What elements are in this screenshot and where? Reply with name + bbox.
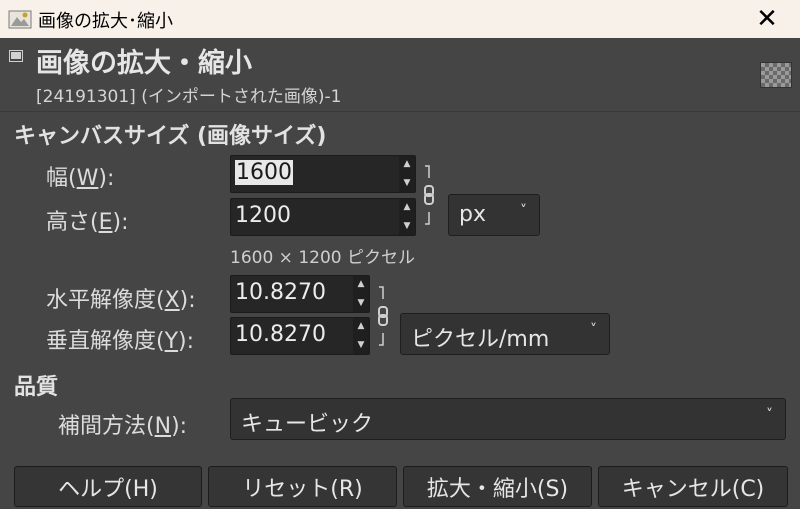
size-unit-dropdown[interactable]: px ˅ bbox=[448, 194, 540, 236]
decrement-icon[interactable]: ▼ bbox=[353, 298, 369, 308]
x-resolution-spinbox[interactable]: 10.8270 ▲ ▼ bbox=[230, 275, 370, 313]
chain-link-icon[interactable] bbox=[422, 162, 436, 232]
decrement-icon[interactable]: ▼ bbox=[399, 178, 415, 188]
scale-button[interactable]: 拡大・縮小(S) bbox=[403, 466, 592, 507]
height-value[interactable]: 1200 bbox=[235, 203, 291, 228]
image-preview-thumbnail bbox=[760, 62, 792, 88]
x-resolution-stepper[interactable]: ▲ ▼ bbox=[353, 276, 369, 312]
height-stepper[interactable]: ▲ ▼ bbox=[399, 199, 415, 235]
dock-tab-icon[interactable] bbox=[9, 50, 23, 62]
y-resolution-label: 垂直解像度(Y): bbox=[46, 329, 195, 354]
close-icon: ✕ bbox=[756, 4, 778, 34]
gimp-icon bbox=[8, 10, 32, 29]
width-spinbox[interactable]: 1600 ▲ ▼ bbox=[230, 155, 416, 193]
close-button[interactable]: ✕ bbox=[734, 0, 800, 38]
interpolation-value: キュービック bbox=[241, 412, 374, 437]
cancel-button[interactable]: キャンセル(C) bbox=[598, 466, 788, 507]
resolution-unit-value: ピクセル/mm bbox=[411, 327, 550, 352]
x-resolution-value[interactable]: 10.8270 bbox=[235, 280, 326, 305]
decrement-icon[interactable]: ▼ bbox=[353, 340, 369, 350]
width-label: 幅(W): bbox=[46, 166, 115, 191]
pixel-dimensions-info: 1600 × 1200 ピクセル bbox=[230, 248, 415, 268]
chain-link-icon[interactable] bbox=[376, 283, 390, 353]
width-value[interactable]: 1600 bbox=[235, 160, 293, 185]
increment-icon[interactable]: ▲ bbox=[399, 202, 415, 212]
dialog-title: 画像の拡大・縮小 bbox=[36, 48, 252, 79]
reset-button[interactable]: リセット(R) bbox=[208, 466, 397, 507]
y-resolution-stepper[interactable]: ▲ ▼ bbox=[353, 318, 369, 354]
chevron-down-icon: ˅ bbox=[766, 407, 773, 423]
chevron-down-icon: ˅ bbox=[590, 322, 597, 338]
help-button[interactable]: ヘルプ(H) bbox=[14, 466, 202, 507]
height-label: 高さ(E): bbox=[46, 210, 129, 235]
size-unit-value: px bbox=[459, 202, 486, 227]
interpolation-label: 補間方法(N): bbox=[58, 414, 188, 439]
image-identifier: [24191301] (インポートされた画像)-1 bbox=[36, 87, 342, 107]
width-stepper[interactable]: ▲ ▼ bbox=[399, 156, 415, 192]
window-titlebar: 画像の拡大･縮小 ✕ bbox=[0, 0, 800, 38]
y-resolution-spinbox[interactable]: 10.8270 ▲ ▼ bbox=[230, 317, 370, 355]
decrement-icon[interactable]: ▼ bbox=[399, 221, 415, 231]
increment-icon[interactable]: ▲ bbox=[399, 159, 415, 169]
quality-heading: 品質 bbox=[14, 375, 59, 400]
height-spinbox[interactable]: 1200 ▲ ▼ bbox=[230, 198, 416, 236]
y-resolution-value[interactable]: 10.8270 bbox=[235, 322, 326, 347]
window-title: 画像の拡大･縮小 bbox=[38, 11, 173, 32]
resolution-unit-dropdown[interactable]: ピクセル/mm ˅ bbox=[400, 313, 610, 355]
increment-icon[interactable]: ▲ bbox=[353, 321, 369, 331]
interpolation-dropdown[interactable]: キュービック ˅ bbox=[230, 398, 786, 440]
chevron-down-icon: ˅ bbox=[520, 203, 527, 219]
x-resolution-label: 水平解像度(X): bbox=[46, 288, 196, 313]
increment-icon[interactable]: ▲ bbox=[353, 279, 369, 289]
canvas-size-heading: キャンバスサイズ (画像サイズ) bbox=[14, 124, 327, 149]
header-divider bbox=[0, 111, 800, 112]
